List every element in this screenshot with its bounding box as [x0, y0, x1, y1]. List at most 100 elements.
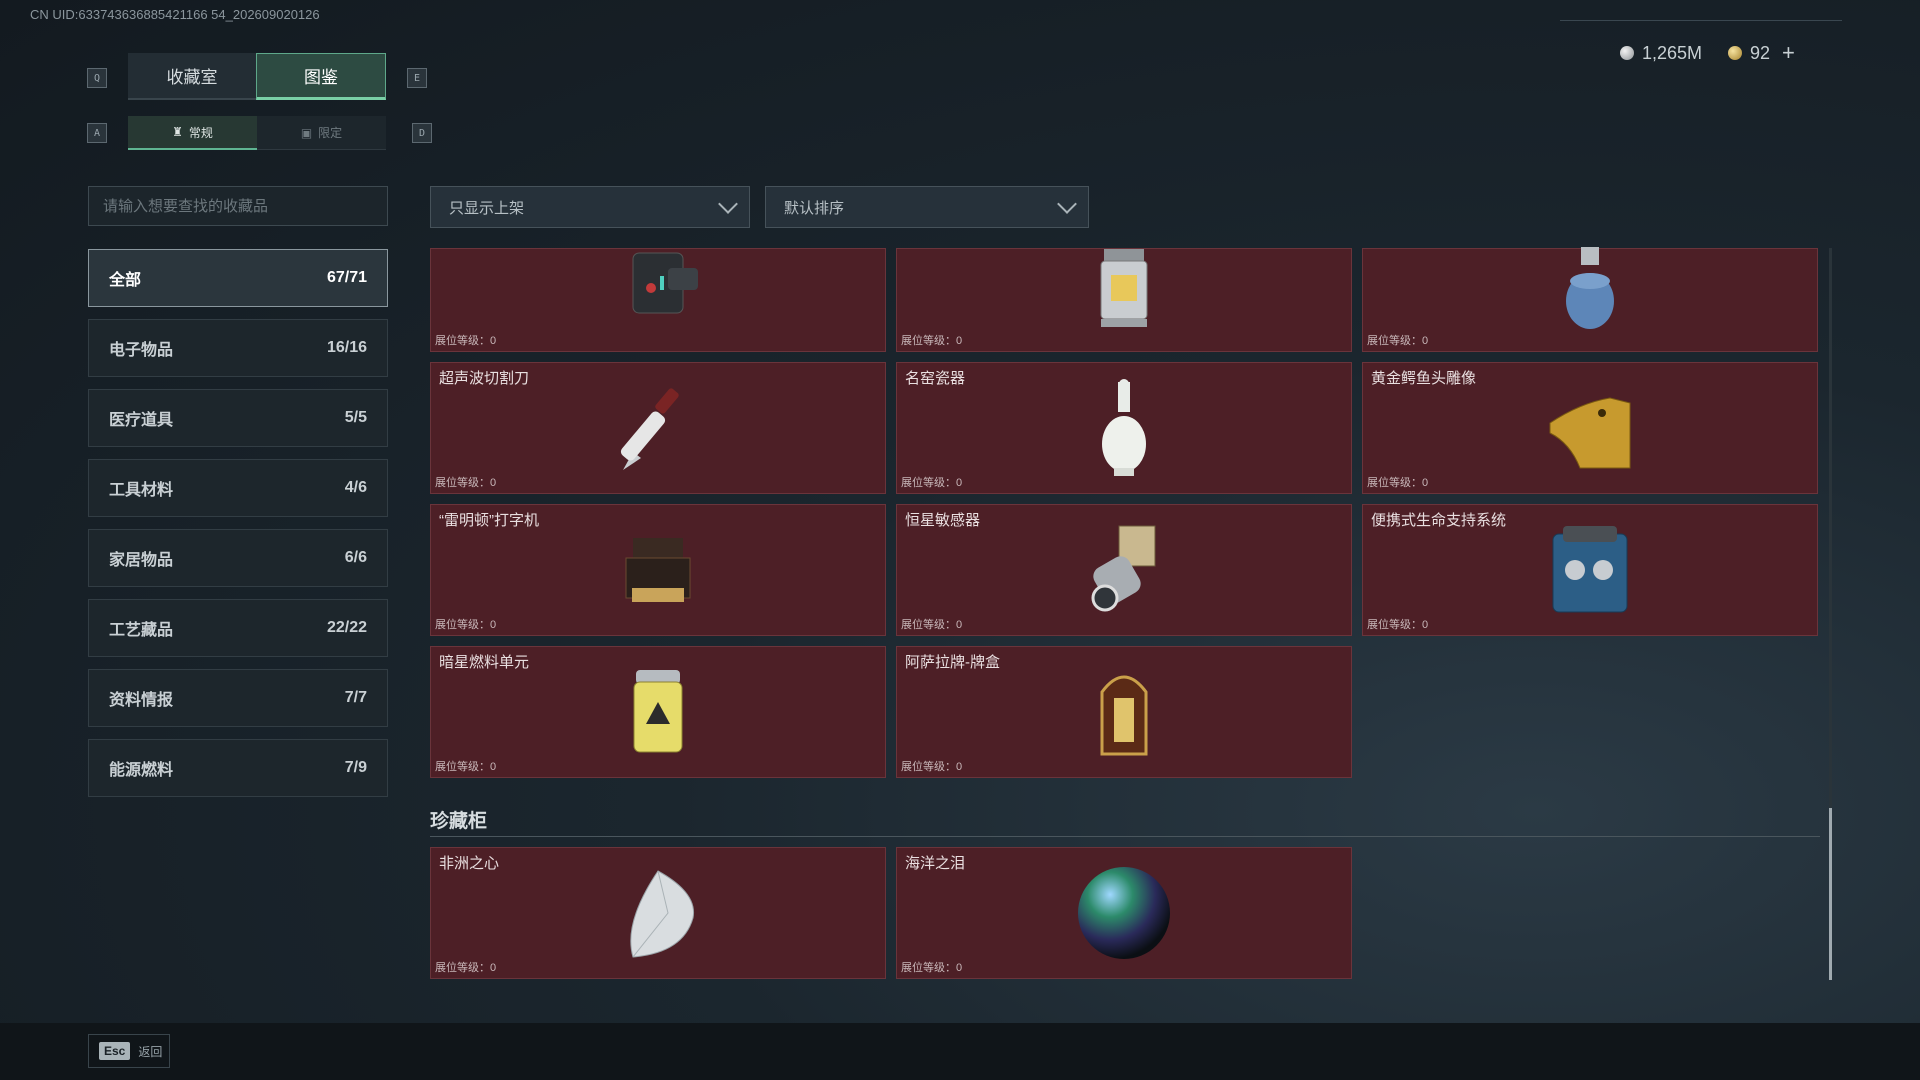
item-name: 黄金鳄鱼头雕像 — [1371, 370, 1477, 387]
chevron-down-icon — [718, 194, 738, 214]
subtab-limited[interactable]: ▣ 限定 — [257, 116, 386, 150]
key-d-hint: D — [412, 123, 432, 143]
porcelain-vase-icon — [1102, 379, 1146, 476]
uid-text: CN UID:633743636885421166 54_20260902012… — [30, 7, 320, 22]
category-label: 全部 — [109, 272, 142, 289]
category-count: 4/6 — [344, 479, 367, 496]
back-button[interactable]: Esc 返回 — [88, 1034, 170, 1068]
item-card[interactable]: 展位等级：0 — [430, 248, 886, 352]
category-label: 能源燃料 — [109, 762, 174, 779]
section-divider — [430, 836, 1820, 837]
lantern-icon — [1100, 248, 1148, 327]
item-name: 恒星敏感器 — [905, 512, 981, 529]
display-level: 展位等级：0 — [901, 477, 963, 489]
tab-codex[interactable]: 图鉴 — [256, 53, 386, 100]
display-level: 展位等级：0 — [435, 335, 497, 347]
decorative-line — [1560, 20, 1842, 21]
item-name: 暗星燃料单元 — [439, 654, 530, 671]
item-card[interactable]: 展位等级：0 — [896, 248, 1352, 352]
key-e-hint: E — [407, 68, 427, 88]
category-count: 16/16 — [326, 339, 367, 356]
category-crafts[interactable]: 工艺藏品 22/22 — [88, 599, 388, 657]
category-fuel[interactable]: 能源燃料 7/9 — [88, 739, 388, 797]
shelf-filter-dropdown[interactable]: 只显示上架 — [430, 186, 750, 228]
display-level: 展位等级：0 — [435, 962, 497, 974]
pearl-icon — [1078, 867, 1170, 959]
subtab-regular-label: 常规 — [188, 125, 213, 140]
display-level: 展位等级：0 — [1367, 477, 1429, 489]
display-level: 展位等级：0 — [435, 477, 497, 489]
golden-crocodile-icon — [1549, 397, 1631, 469]
item-card[interactable]: 非洲之心 展位等级：0 — [430, 847, 886, 979]
category-count: 22/22 — [326, 619, 367, 636]
display-level: 展位等级：0 — [1367, 619, 1429, 631]
ultrasonic-knife-icon — [620, 388, 679, 470]
category-intel[interactable]: 资料情报 7/7 — [88, 669, 388, 727]
wrist-device-icon — [632, 252, 698, 314]
item-card[interactable]: 便携式生命支持系统 展位等级：0 — [1362, 504, 1818, 636]
tab-collection-room[interactable]: 收藏室 — [128, 53, 256, 100]
item-name: 海洋之泪 — [905, 855, 966, 872]
category-household[interactable]: 家居物品 6/6 — [88, 529, 388, 587]
subtab-regular[interactable]: ♜ 常规 — [128, 116, 257, 150]
item-card[interactable]: 名窑瓷器 展位等级：0 — [896, 362, 1352, 494]
category-label: 家居物品 — [109, 552, 174, 569]
search-input[interactable] — [88, 186, 388, 226]
gold-amount: 92 — [1750, 42, 1771, 63]
card-box-icon — [1100, 675, 1148, 756]
life-support-icon — [1552, 526, 1628, 613]
item-card[interactable]: 阿萨拉牌-牌盒 展位等级：0 — [896, 646, 1352, 778]
display-level: 展位等级：0 — [901, 335, 963, 347]
regular-icon: ♜ — [172, 125, 183, 139]
category-electronics[interactable]: 电子物品 16/16 — [88, 319, 388, 377]
bottom-bar — [0, 1023, 1920, 1080]
limited-icon: ▣ — [300, 125, 313, 140]
sort-value: 默认排序 — [784, 199, 845, 217]
item-card[interactable]: 黄金鳄鱼头雕像 展位等级：0 — [1362, 362, 1818, 494]
item-name: 便携式生命支持系统 — [1371, 512, 1507, 529]
silver-currency: 1,265M — [1620, 40, 1702, 66]
esc-key-icon: Esc — [99, 1042, 131, 1060]
gold-currency: 92 + — [1728, 40, 1795, 66]
sort-dropdown[interactable]: 默认排序 — [765, 186, 1089, 228]
display-level: 展位等级：0 — [1367, 335, 1429, 347]
section-title: 珍藏柜 — [430, 811, 488, 832]
category-all[interactable]: 全部 67/71 — [88, 249, 388, 307]
category-medical[interactable]: 医疗道具 5/5 — [88, 389, 388, 447]
item-name: 非洲之心 — [439, 855, 500, 872]
silver-coin-icon — [1620, 46, 1634, 60]
key-a-hint: A — [87, 123, 107, 143]
back-label: 返回 — [138, 1044, 163, 1059]
display-level: 展位等级：0 — [901, 619, 963, 631]
item-card[interactable]: 恒星敏感器 展位等级：0 — [896, 504, 1352, 636]
item-card[interactable]: 暗星燃料单元 展位等级：0 — [430, 646, 886, 778]
category-count: 6/6 — [344, 549, 367, 566]
display-level: 展位等级：0 — [435, 761, 497, 773]
item-name: “雷明顿”打字机 — [439, 512, 539, 529]
display-level: 展位等级：0 — [901, 962, 963, 974]
item-name: 超声波切割刀 — [439, 370, 530, 387]
item-card[interactable]: 超声波切割刀 展位等级：0 — [430, 362, 886, 494]
item-card[interactable]: “雷明顿”打字机 展位等级：0 — [430, 504, 886, 636]
chevron-down-icon — [1057, 194, 1077, 214]
silver-amount: 1,265M — [1642, 42, 1703, 63]
category-count: 67/71 — [326, 269, 367, 286]
category-tools[interactable]: 工具材料 4/6 — [88, 459, 388, 517]
category-label: 资料情报 — [109, 692, 174, 709]
category-count: 7/7 — [344, 689, 367, 706]
main-tabs: 收藏室 图鉴 — [128, 53, 386, 100]
add-currency-button[interactable]: + — [1782, 40, 1795, 66]
star-sensor-icon — [1091, 525, 1156, 612]
item-card[interactable]: 海洋之泪 展位等级：0 — [896, 847, 1352, 979]
key-q-hint: Q — [87, 68, 107, 88]
diamond-icon — [630, 870, 695, 958]
category-label: 医疗道具 — [109, 412, 174, 429]
sub-tabs: ♜ 常规 ▣ 限定 — [128, 116, 386, 150]
scrollbar-thumb[interactable] — [1829, 808, 1832, 980]
display-level: 展位等级：0 — [435, 619, 497, 631]
shelf-filter-value: 只显示上架 — [449, 199, 525, 217]
item-name: 名窑瓷器 — [905, 370, 966, 387]
gold-coin-icon — [1728, 46, 1742, 60]
item-card[interactable]: 展位等级：0 — [1362, 246, 1818, 352]
fuel-cell-icon — [633, 670, 683, 753]
